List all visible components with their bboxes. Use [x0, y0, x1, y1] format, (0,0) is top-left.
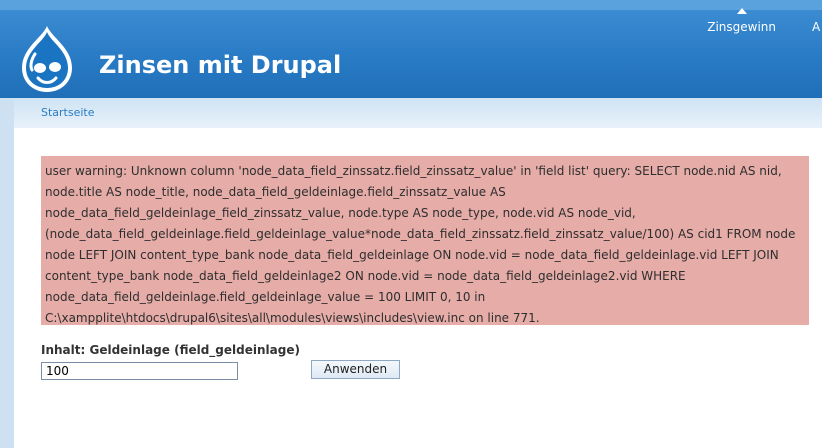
- error-message-text: user warning: Unknown column 'node_data_…: [45, 164, 796, 325]
- breadcrumb-bar: [0, 98, 822, 128]
- primary-link-next[interactable]: A: [812, 0, 822, 34]
- site-name[interactable]: Zinsen mit Drupal: [99, 51, 341, 79]
- filter-label: Inhalt: Geldeinlage (field_geldeinlage): [41, 343, 300, 357]
- header-top-strip: [0, 0, 822, 10]
- page-left-edge: [0, 98, 14, 448]
- drupal-logo-icon[interactable]: [16, 24, 78, 94]
- primary-link-zinsgewinn[interactable]: Zinsgewinn: [707, 0, 776, 34]
- breadcrumb: Startseite: [41, 106, 95, 119]
- geldeinlage-filter-input[interactable]: [41, 362, 238, 380]
- error-message: user warning: Unknown column 'node_data_…: [41, 156, 809, 325]
- apply-button[interactable]: Anwenden: [311, 360, 400, 379]
- primary-links: Zinsgewinn A: [707, 0, 822, 40]
- breadcrumb-link-startseite[interactable]: Startseite: [41, 106, 95, 119]
- site-header: Zinsen mit Drupal Zinsgewinn A: [0, 0, 822, 98]
